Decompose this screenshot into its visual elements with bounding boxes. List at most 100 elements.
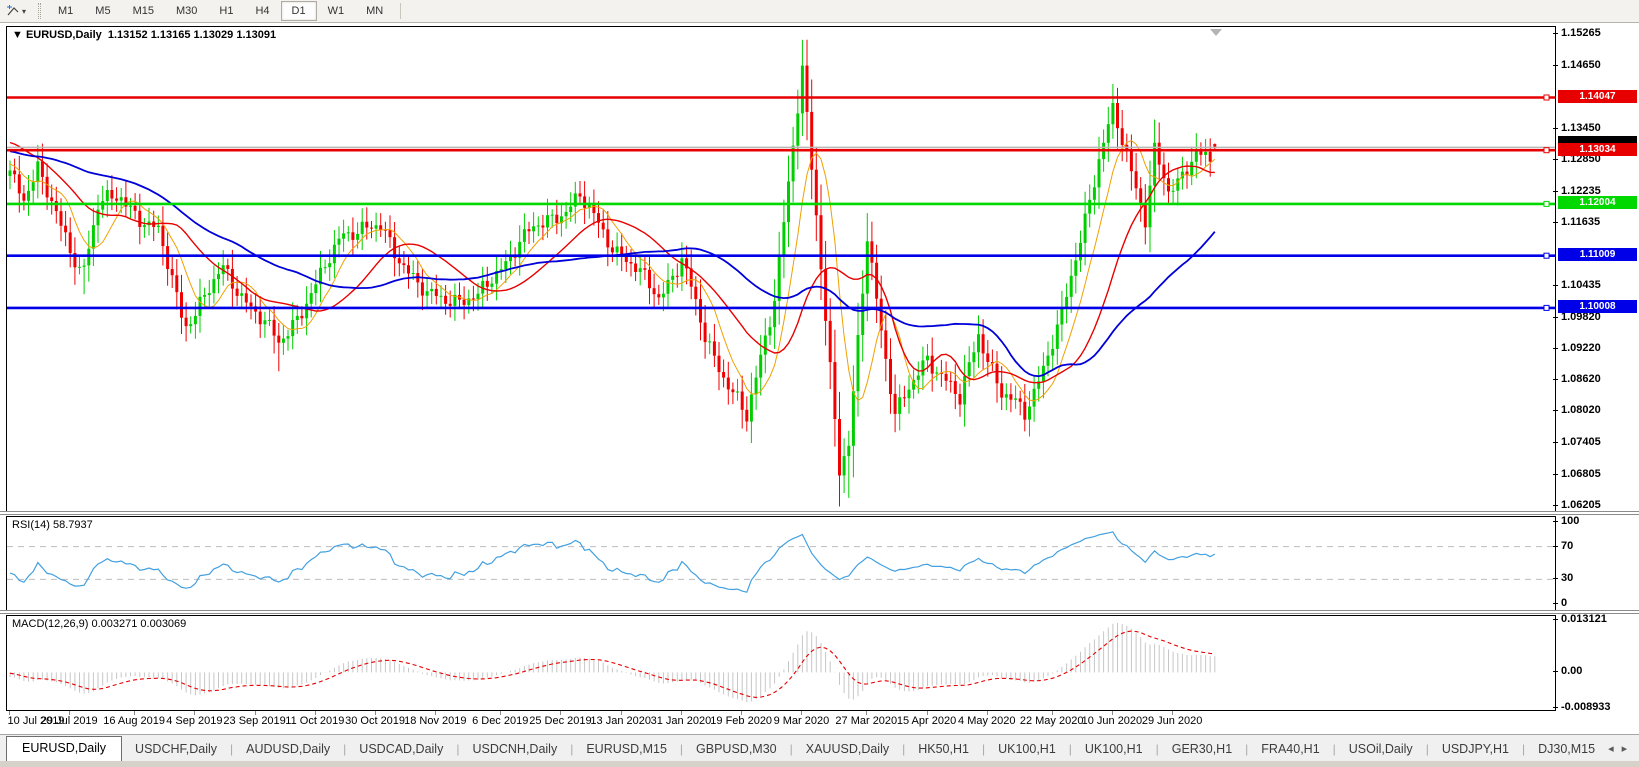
chart-title-ohlc: 1.13152 1.13165 1.13029 1.13091: [107, 29, 277, 41]
pane-splitter[interactable]: [0, 511, 1639, 515]
time-axis-label: 25 Dec 2019: [529, 715, 592, 727]
time-axis-label: 10 Jun 2020: [1081, 715, 1143, 727]
chart-tab-usdcnh-daily[interactable]: USDCNH,Daily: [459, 738, 570, 761]
time-axis-label: 22 May 2020: [1019, 715, 1084, 727]
chart-tab-usoil-daily[interactable]: USOil,Daily: [1336, 738, 1426, 761]
timeframe-button-h4[interactable]: H4: [244, 1, 280, 21]
timeframe-button-m30[interactable]: M30: [165, 1, 208, 21]
cursor-tool-button[interactable]: ▾: [0, 0, 32, 22]
chart-tab-usdchf-daily[interactable]: USDCHF,Daily: [122, 738, 230, 761]
chart-tab-xauusd-daily[interactable]: XAUUSD,Daily: [793, 738, 902, 761]
time-axis-label: 23 Sep 2019: [223, 715, 286, 727]
price-axis-label: 1.08620: [1561, 373, 1601, 386]
macd-label: MACD(12,26,9) 0.003271 0.003069: [12, 618, 187, 630]
time-axis-label: 31 Jan 2020: [650, 715, 712, 727]
price-axis-label: 70: [1561, 539, 1574, 552]
crosshair-line-icon: [7, 5, 19, 16]
rsi-line-layer: [7, 531, 1555, 593]
time-axis[interactable]: 10 Jul 2019 29 Jul 2019 16 Aug 2019 4 Sep 2…: [6, 711, 1557, 733]
chart-tab-gbpusd-m30[interactable]: GBPUSD,M30: [683, 738, 790, 761]
time-axis-label: 29 Jun 2020: [1141, 715, 1203, 727]
price-axis-label: 100: [1561, 515, 1580, 527]
price-axis-label: 30: [1561, 572, 1574, 585]
price-axis-label: 1.12235: [1561, 184, 1601, 197]
axis-tick-mark: [1553, 127, 1558, 129]
axis-tick-mark: [1553, 379, 1558, 381]
price-axis-label: -0.008933: [1561, 701, 1611, 713]
tab-scroll-arrows[interactable]: ◂▸: [1608, 742, 1639, 761]
candlestick-layer: [7, 39, 1555, 507]
axis-tick-mark: [1553, 603, 1558, 604]
axis-tick-mark: [1553, 505, 1558, 506]
chart-tab-eurusd-daily[interactable]: EURUSD,Daily: [6, 736, 123, 761]
hline-price-badge: 1.12004: [1558, 196, 1637, 210]
chart-tab-uk100-h1[interactable]: UK100,H1: [1072, 738, 1156, 761]
price-axis-label: 1.06205: [1561, 499, 1601, 511]
rsi-label: RSI(14) 58.7937: [12, 519, 93, 531]
timeframe-button-m5[interactable]: M5: [84, 1, 121, 21]
toolbar-grip[interactable]: [38, 3, 42, 19]
pane-splitter[interactable]: [0, 610, 1639, 614]
rsi-indicator-pane[interactable]: RSI(14) 58.7937: [6, 516, 1556, 611]
mt4-window: ▾ M1 M5 M15 M30 H1 H4 D1 W1 MN ▼ EURUSD,Daily 1.…: [0, 0, 1639, 767]
price-axis-label: 0: [1561, 597, 1568, 609]
chart-tabs-bar: EURUSD,Daily USDCHF,Daily | AUDUSD,Daily | US…: [0, 734, 1639, 761]
chart-tab-fra40-h1[interactable]: FRA40,H1: [1248, 738, 1332, 761]
price-axis-label: 1.10435: [1561, 278, 1601, 291]
price-axis-label: 1.14650: [1561, 59, 1601, 72]
time-axis-label: 4 Sep 2019: [166, 715, 223, 727]
time-axis-label: 30 Oct 2019: [345, 715, 406, 727]
macd-histogram-layer: [9, 623, 1216, 702]
axis-tick-mark: [1553, 222, 1558, 224]
price-axis-label: 1.11635: [1561, 216, 1601, 229]
time-axis-label: 13 Jan 2020: [590, 715, 651, 727]
chart-tab-usdjpy-h1[interactable]: USDJPY,H1: [1429, 738, 1522, 761]
price-axis-label: 1.08020: [1561, 404, 1601, 417]
chart-shift-marker[interactable]: [1209, 29, 1222, 36]
timeframe-button-d1[interactable]: D1: [280, 1, 317, 21]
axis-tick-mark: [1553, 521, 1558, 522]
chart-tab-dj30-m15[interactable]: DJ30,M15: [1525, 738, 1608, 761]
axis-tick-mark: [1553, 578, 1558, 580]
chart-tab-audusd-daily[interactable]: AUDUSD,Daily: [233, 738, 343, 761]
chart-tab-hk50-h1[interactable]: HK50,H1: [905, 738, 982, 761]
timeframe-button-m15[interactable]: M15: [122, 1, 165, 21]
hline-price-badge: 1.13034: [1558, 142, 1637, 156]
price-axis-label: 1.06805: [1561, 467, 1601, 480]
price-axis-label: 0.013121: [1561, 613, 1607, 625]
timeframe-button-h1[interactable]: H1: [208, 1, 244, 21]
time-axis-label: 16 Aug 2019: [103, 715, 166, 727]
price-axis[interactable]: 1.15265 1.14650 1.13450 1.12850 1.12235 1.116…: [1553, 26, 1639, 716]
axis-tick-mark: [1553, 284, 1558, 286]
chart-tab-ger30-h1[interactable]: GER30,H1: [1159, 738, 1245, 761]
chart-tab-usdcad-daily[interactable]: USDCAD,Daily: [346, 738, 456, 761]
price-axis-label: 1.09220: [1561, 341, 1601, 354]
price-axis-label: 1.07405: [1561, 436, 1601, 449]
axis-tick-mark: [1553, 33, 1558, 34]
window-bottom-strip: [0, 761, 1639, 767]
time-axis-label: 6 Dec 2019: [472, 715, 529, 727]
symbol-dropdown-icon: ▼: [12, 29, 23, 41]
axis-tick-mark: [1553, 473, 1558, 475]
chart-title-symbol: EURUSD,Daily: [25, 29, 102, 41]
axis-tick-mark: [1553, 65, 1558, 67]
time-axis-label: 15 Apr 2020: [896, 715, 957, 727]
time-axis-label: 19 Feb 2020: [710, 715, 773, 727]
timeframe-button-mn[interactable]: MN: [355, 1, 394, 21]
timeframe-button-m1[interactable]: M1: [47, 1, 84, 21]
axis-tick-mark: [1553, 619, 1558, 620]
main-chart-pane[interactable]: ▼ EURUSD,Daily 1.13152 1.13165 1.13029 1…: [6, 26, 1556, 512]
chart-tab-uk100-h1[interactable]: UK100,H1: [985, 738, 1069, 761]
hline-price-badge: 1.11009: [1558, 248, 1637, 262]
hline-price-badge: 1.14047: [1558, 89, 1637, 103]
timeframe-button-w1[interactable]: W1: [317, 1, 356, 21]
chart-tab-eurusd-m15[interactable]: EURUSD,M15: [573, 738, 680, 761]
time-axis-label: 4 May 2020: [958, 715, 1016, 727]
timeframe-toolbar: M1 M5 M15 M30 H1 H4 D1 W1 MN: [47, 0, 394, 22]
axis-tick-mark: [1553, 545, 1558, 547]
axis-tick-mark: [1553, 671, 1558, 673]
price-axis-label: 0.00: [1561, 665, 1583, 678]
axis-tick-mark: [1553, 442, 1558, 444]
time-axis-label: 9 Mar 2020: [773, 715, 830, 727]
macd-indicator-pane[interactable]: MACD(12,26,9) 0.003271 0.003069: [6, 615, 1556, 711]
